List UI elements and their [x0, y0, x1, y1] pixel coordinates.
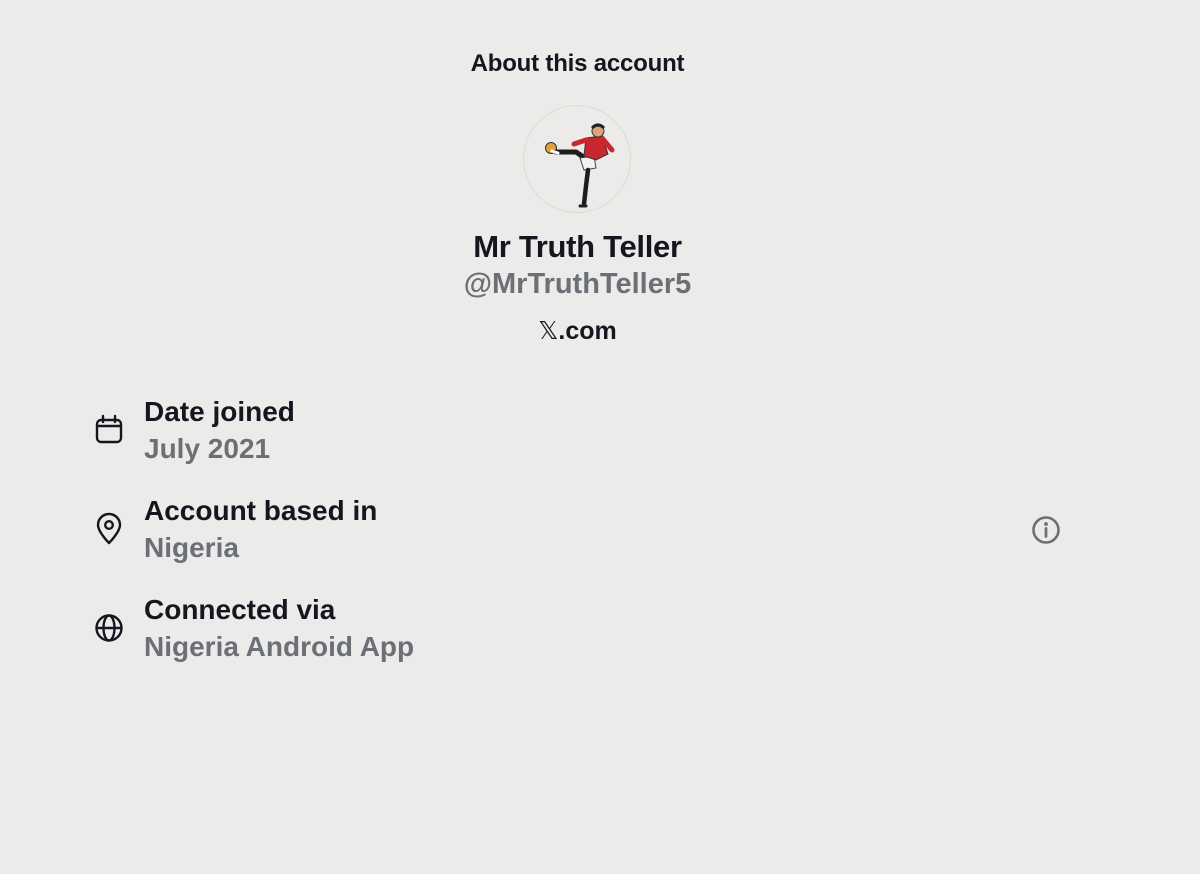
date-joined-value: July 2021	[144, 433, 271, 464]
connected-via-label: Connected via	[144, 594, 336, 625]
account-based-in-label: Account based in	[144, 495, 378, 526]
globe-icon	[95, 614, 123, 642]
page-title: About this account	[470, 50, 685, 77]
avatar[interactable]	[523, 105, 631, 213]
site-label: 𝕏.com	[0, 316, 1155, 346]
account-based-in-value: Nigeria	[144, 532, 239, 563]
account-handle: @MrTruthTeller5	[463, 268, 692, 300]
location-pin-icon	[96, 512, 122, 545]
date-joined-label: Date joined	[144, 396, 295, 427]
info-icon[interactable]	[1030, 514, 1062, 546]
display-name: Mr Truth Teller	[473, 229, 682, 264]
connected-via-value: Nigeria Android App	[144, 631, 415, 662]
calendar-icon	[95, 414, 123, 444]
site-suffix: .com	[558, 317, 617, 345]
x-logo-icon: 𝕏	[538, 316, 559, 345]
connected-via-row: Connected via Nigeria Android App	[92, 594, 1072, 674]
date-joined-row: Date joined July 2021	[92, 396, 1072, 476]
account-based-in-row: Account based in Nigeria	[92, 495, 1072, 575]
footballer-avatar-icon	[545, 123, 615, 208]
